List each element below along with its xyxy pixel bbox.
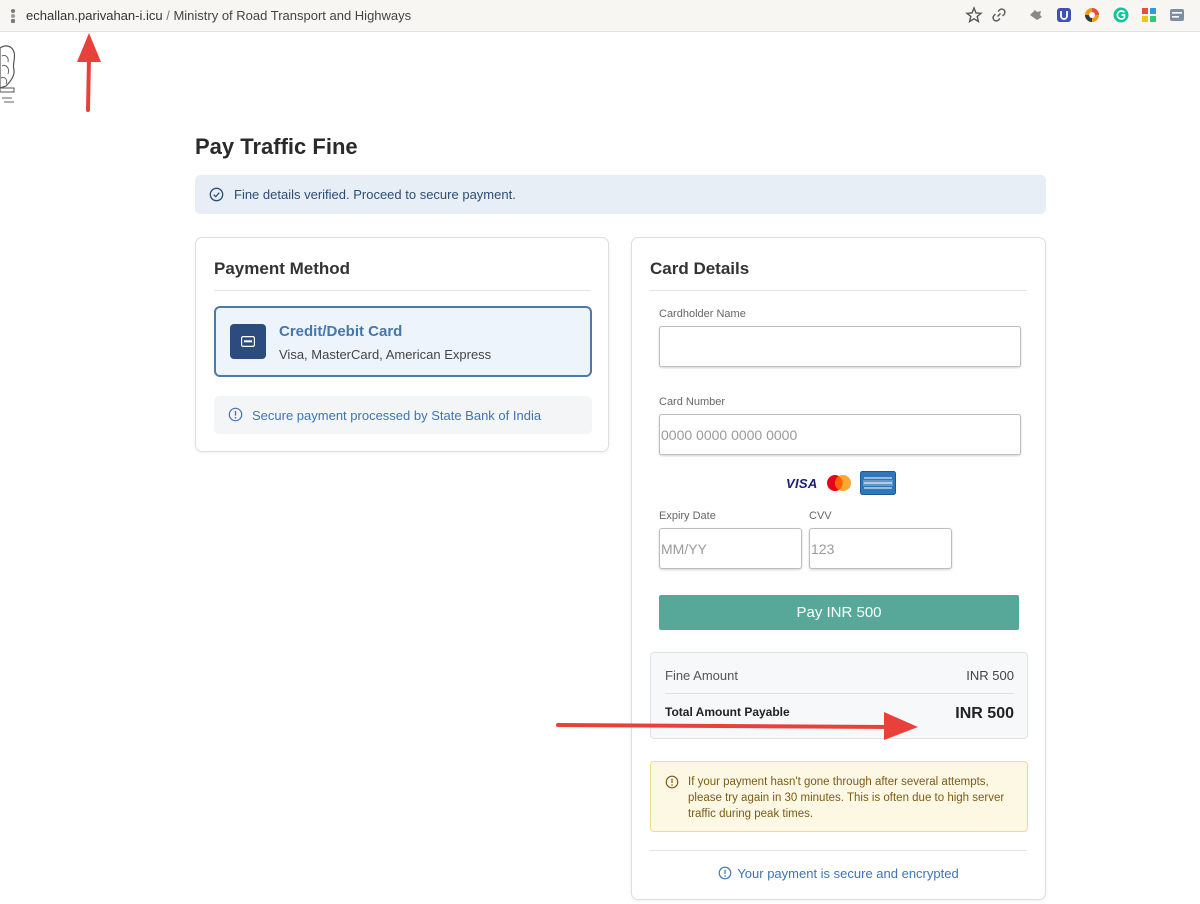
- link-icon[interactable]: [990, 6, 1008, 24]
- secure-note: Your payment is secure and encrypted: [632, 866, 1045, 881]
- verified-message: Fine details verified. Proceed to secure…: [234, 187, 516, 202]
- grammarly-icon[interactable]: [1112, 6, 1130, 24]
- pay-button[interactable]: Pay INR 500: [659, 595, 1019, 630]
- bank-note-text: Secure payment processed by State Bank o…: [252, 408, 542, 423]
- extension-list-icon[interactable]: [1168, 6, 1186, 24]
- method-option-title: Credit/Debit Card: [279, 323, 403, 340]
- american-express-logo-icon: [860, 471, 896, 495]
- method-option-subtitle: Visa, MasterCard, American Express: [279, 347, 492, 362]
- card-details-card: Card Details Cardholder Name Card Number…: [631, 237, 1046, 900]
- amount-summary: Fine Amount INR 500 Total Amount Payable…: [650, 652, 1028, 739]
- expiry-date-input[interactable]: [659, 528, 802, 569]
- page-title: Pay Traffic Fine: [195, 134, 358, 159]
- address-url[interactable]: echallan.parivahan-i.icu / Ministry of R…: [26, 8, 411, 23]
- national-emblem-icon: [0, 45, 16, 103]
- cardholder-name-label: Cardholder Name: [659, 308, 746, 320]
- url-page-title: Ministry of Road Transport and Highways: [173, 8, 412, 23]
- divider: [214, 290, 590, 291]
- payment-method-card: Payment Method Credit/Debit Card Visa, M…: [195, 237, 609, 452]
- site-info-icon[interactable]: [9, 8, 17, 24]
- info-icon: [228, 407, 243, 422]
- star-icon[interactable]: [965, 6, 983, 24]
- fine-amount-label: Fine Amount: [665, 668, 738, 683]
- secure-note-text: Your payment is secure and encrypted: [737, 866, 959, 881]
- extension-u-icon[interactable]: [1055, 6, 1073, 24]
- credit-debit-card-option[interactable]: Credit/Debit Card Visa, MasterCard, Amer…: [214, 306, 592, 377]
- check-circle-icon: [209, 187, 224, 202]
- cvv-label: CVV: [809, 510, 832, 522]
- url-separator: /: [162, 8, 174, 23]
- payment-method-title: Payment Method: [214, 259, 351, 278]
- extension-grid-icon[interactable]: [1140, 6, 1158, 24]
- annotation-arrow-up: [77, 33, 101, 112]
- card-details-title: Card Details: [650, 259, 750, 278]
- divider: [650, 850, 1027, 851]
- warning-info-icon: [665, 775, 679, 789]
- mastercard-logo-icon: [827, 475, 851, 491]
- divider: [665, 693, 1014, 694]
- fine-amount-value: INR 500: [966, 668, 1014, 683]
- info-icon: [718, 866, 732, 880]
- divider: [650, 290, 1027, 291]
- bank-note: Secure payment processed by State Bank o…: [214, 396, 592, 434]
- extension-circle-icon[interactable]: [1083, 6, 1101, 24]
- warning-text: If your payment hasn't gone through afte…: [688, 776, 1005, 820]
- card-number-input[interactable]: [659, 414, 1021, 455]
- card-number-label: Card Number: [659, 396, 726, 408]
- total-amount-value: INR 500: [955, 705, 1014, 722]
- payment-warning: If your payment hasn't gone through afte…: [650, 761, 1028, 832]
- visa-logo: VISA: [786, 476, 818, 491]
- expiry-date-label: Expiry Date: [659, 510, 716, 522]
- total-amount-label: Total Amount Payable: [665, 705, 790, 719]
- url-host: echallan.parivahan-i.icu: [26, 8, 163, 23]
- browser-address-bar[interactable]: echallan.parivahan-i.icu / Ministry of R…: [0, 0, 1200, 32]
- cardholder-name-input[interactable]: [659, 326, 1021, 367]
- cvv-input[interactable]: [809, 528, 952, 569]
- verified-banner: Fine details verified. Proceed to secure…: [195, 175, 1046, 214]
- extension-icon[interactable]: [1027, 6, 1045, 24]
- credit-card-icon: [230, 324, 266, 359]
